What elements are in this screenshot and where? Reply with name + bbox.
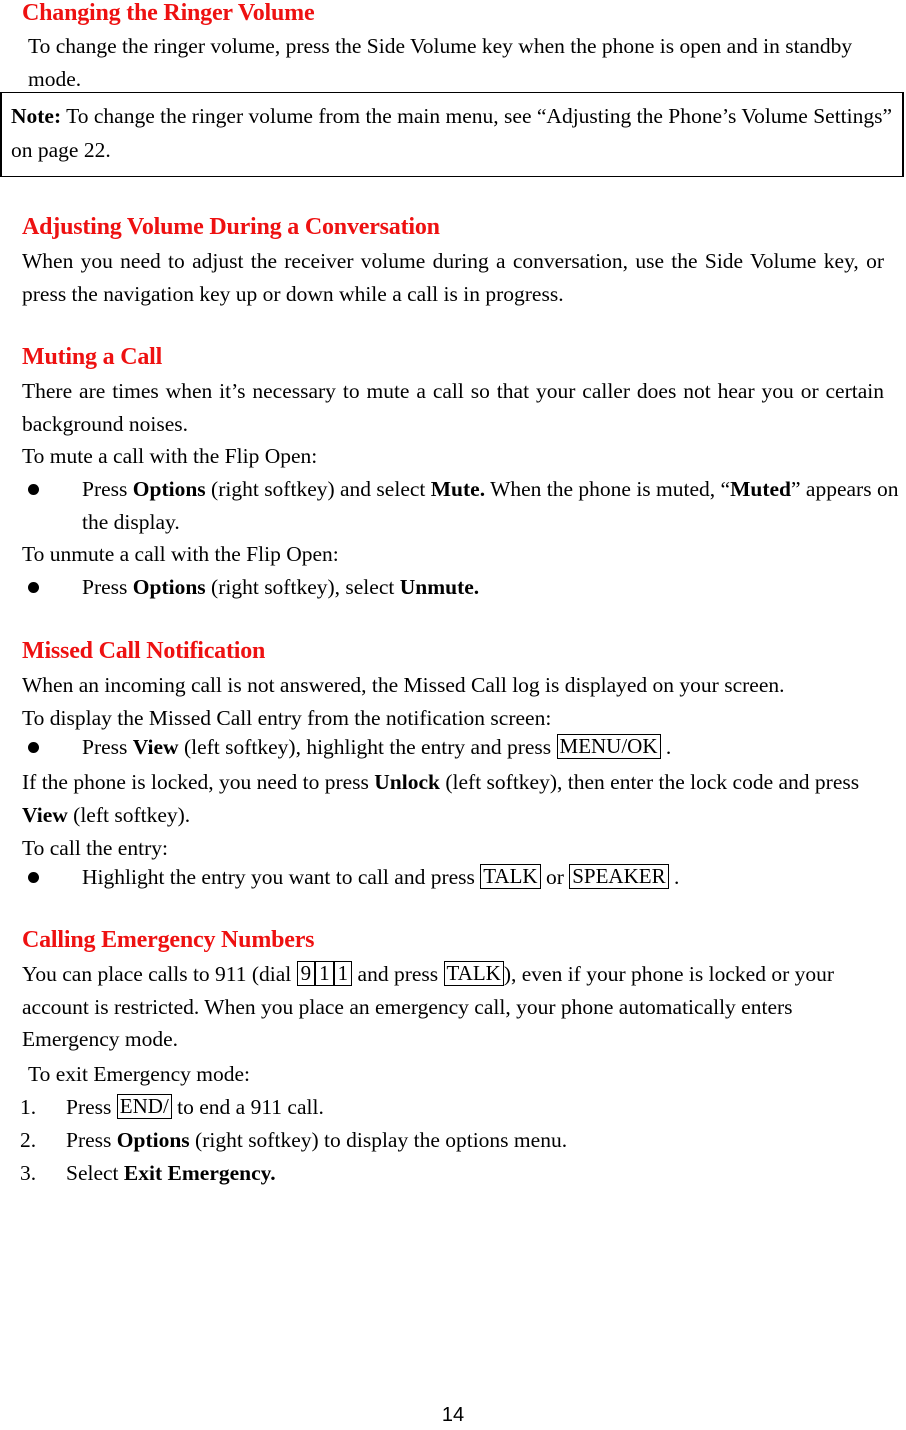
- bullet-text-a: Press: [82, 477, 133, 501]
- section-calling-emergency-numbers: Calling Emergency Numbers: [22, 925, 892, 955]
- note-body: To change the ringer volume from the mai…: [11, 104, 893, 162]
- lead-in-text: To exit Emergency mode:: [28, 1062, 250, 1086]
- menu-unmute-label: Unmute.: [399, 575, 480, 599]
- note-box: Note: To change the ringer volume from t…: [0, 92, 904, 177]
- key-menu-ok[interactable]: MENU/OK: [556, 734, 661, 759]
- lead-in-text: To unmute a call with the Flip Open:: [22, 542, 339, 566]
- softkey-options-label: Options: [132, 575, 206, 599]
- step-2: 2. Press Options (right softkey) to disp…: [6, 1124, 896, 1157]
- step-number: 1.: [20, 1095, 37, 1119]
- bullet-text-a: Press: [82, 735, 133, 759]
- list-item: Highlight the entry you want to call and…: [22, 861, 906, 894]
- softkey-options-label: Options: [116, 1128, 190, 1152]
- missed-call-paragraph: When an incoming call is not answered, t…: [22, 669, 892, 702]
- bullet-text-c: .: [668, 865, 680, 889]
- bullet-text-b: (right softkey), select: [205, 575, 400, 599]
- exit-emergency-lead-in: To exit Emergency mode:: [28, 1058, 898, 1091]
- locked-text-c: (left softkey).: [67, 802, 191, 827]
- step-number: 3.: [20, 1161, 37, 1185]
- section-heading: Adjusting Volume During a Conversation: [22, 214, 440, 240]
- bullet-dot-icon: [28, 872, 39, 883]
- step-text-b: to end a 911 call.: [171, 1095, 324, 1119]
- step-number: 2.: [20, 1128, 37, 1152]
- missed-call-display-lead-in: To display the Missed Call entry from th…: [22, 702, 892, 735]
- section-heading: Calling Emergency Numbers: [22, 927, 315, 953]
- bullet-text-b: or: [540, 865, 570, 889]
- bullet-dot-icon: [28, 484, 39, 495]
- paragraph-text: When an incoming call is not answered, t…: [22, 673, 785, 697]
- key-9[interactable]: 9: [296, 961, 316, 986]
- softkey-options-label: Options: [132, 477, 206, 501]
- bullet-unmute: Press Options (right softkey), select Un…: [22, 571, 906, 604]
- list-item: Press Options (right softkey), select Un…: [22, 571, 906, 604]
- unmute-lead-in: To unmute a call with the Flip Open:: [22, 538, 884, 571]
- list-item: Press View (left softkey), highlight the…: [22, 731, 906, 764]
- bullet-dot-icon: [28, 742, 39, 753]
- step-text-a: Press: [66, 1095, 117, 1119]
- key-1-first[interactable]: 1: [315, 961, 334, 986]
- bullet-view-entry: Press View (left softkey), highlight the…: [22, 731, 906, 764]
- lead-in-text: To call the entry:: [22, 836, 168, 860]
- paragraph-text: There are times when it’s necessary to m…: [22, 379, 884, 436]
- paragraph-text: To change the ringer volume, press the S…: [28, 34, 853, 91]
- bullet-text-b: (left softkey), highlight the entry and …: [178, 735, 557, 759]
- changing-ringer-volume-paragraph: To change the ringer volume, press the S…: [28, 30, 878, 95]
- adjusting-volume-paragraph: When you need to adjust the receiver vol…: [22, 245, 884, 310]
- call-entry-lead-in: To call the entry:: [22, 832, 892, 865]
- bullet-text-a: Press: [82, 575, 133, 599]
- list-item: 1. Press END/ to end a 911 call.: [6, 1091, 896, 1124]
- emergency-text-b: and press: [352, 962, 444, 986]
- section-heading: Changing the Ringer Volume: [22, 0, 315, 26]
- softkey-view-label: View: [22, 802, 68, 827]
- step-3: 3. Select Exit Emergency.: [6, 1157, 896, 1190]
- key-talk[interactable]: TALK: [443, 961, 504, 986]
- key-talk[interactable]: TALK: [480, 864, 541, 889]
- bullet-text-a: Highlight the entry you want to call and…: [82, 865, 481, 889]
- lead-in-text: To display the Missed Call entry from th…: [22, 706, 552, 730]
- section-adjusting-volume: Adjusting Volume During a Conversation: [22, 212, 892, 242]
- key-speaker[interactable]: SPEAKER: [569, 864, 669, 889]
- list-item: Press Options (right softkey) and select…: [22, 473, 906, 538]
- section-muting-a-call: Muting a Call: [22, 342, 892, 372]
- section-changing-ringer-volume: Changing the Ringer Volume: [22, 0, 892, 28]
- bullet-text-c: .: [660, 735, 672, 759]
- section-missed-call-notification: Missed Call Notification: [22, 636, 892, 666]
- key-end[interactable]: END/: [116, 1094, 172, 1119]
- menu-mute-label: Mute.: [430, 477, 486, 501]
- status-muted-label: Muted: [730, 477, 792, 501]
- emergency-text-a: You can place calls to 911 (dial: [22, 962, 297, 986]
- manual-page: Changing the Ringer Volume To change the…: [0, 0, 906, 1430]
- step-text-a: Select: [66, 1161, 124, 1185]
- step-1: 1. Press END/ to end a 911 call.: [6, 1091, 896, 1124]
- menu-exit-emergency-label: Exit Emergency.: [123, 1161, 276, 1185]
- key-1-second[interactable]: 1: [333, 961, 353, 986]
- page-number: 14: [441, 1404, 465, 1426]
- list-item: 3. Select Exit Emergency.: [6, 1157, 896, 1190]
- list-item: 2. Press Options (right softkey) to disp…: [6, 1124, 896, 1157]
- note-text: Note: To change the ringer volume from t…: [11, 99, 893, 167]
- step-text-b: (right softkey) to display the options m…: [189, 1128, 568, 1152]
- bullet-dot-icon: [28, 582, 39, 593]
- paragraph-text: When you need to adjust the receiver vol…: [22, 249, 884, 306]
- section-heading: Missed Call Notification: [22, 638, 266, 664]
- mute-lead-in: To mute a call with the Flip Open:: [22, 440, 884, 473]
- locked-text-b: (left softkey), then enter the lock code…: [440, 770, 860, 794]
- locked-text-a: If the phone is locked, you need to pres…: [22, 770, 375, 794]
- softkey-view-label: View: [132, 735, 179, 759]
- paragraph-text: If the phone is locked, you need to pres…: [22, 766, 906, 831]
- note-label: Note:: [11, 104, 62, 128]
- paragraph-text: You can place calls to 911 (dial 911 and…: [22, 958, 870, 1056]
- lead-in-text: To mute a call with the Flip Open:: [22, 444, 318, 468]
- section-heading: Muting a Call: [22, 344, 163, 370]
- muting-a-call-paragraph: There are times when it’s necessary to m…: [22, 375, 884, 440]
- bullet-call-entry: Highlight the entry you want to call and…: [22, 861, 906, 894]
- emergency-paragraph: You can place calls to 911 (dial 911 and…: [22, 958, 870, 1056]
- bullet-mute: Press Options (right softkey) and select…: [22, 473, 906, 538]
- step-text-a: Press: [66, 1128, 117, 1152]
- bullet-text-b: (right softkey) and select: [205, 477, 431, 501]
- softkey-unlock-label: Unlock: [374, 770, 440, 794]
- bullet-text-c: When the phone is muted, “: [485, 477, 731, 501]
- locked-phone-paragraph: If the phone is locked, you need to pres…: [22, 766, 906, 831]
